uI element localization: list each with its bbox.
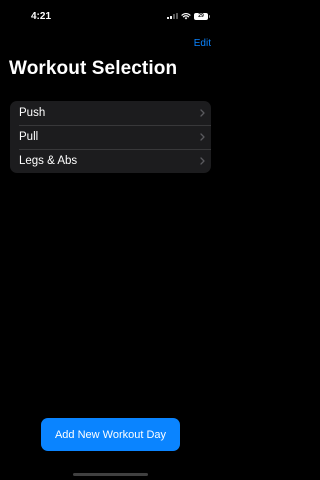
chevron-right-icon [200,133,205,141]
list-item-label: Push [19,107,46,119]
list-item-label: Pull [19,131,39,143]
add-workout-day-button[interactable]: Add New Workout Day [41,418,180,451]
status-icons: 29 [167,12,210,20]
list-item-legs-abs[interactable]: Legs & Abs [10,149,211,173]
list-item-push[interactable]: Push [10,101,211,125]
chevron-right-icon [200,109,205,117]
list-item-label: Legs & Abs [19,155,78,167]
battery-icon: 29 [194,12,210,20]
status-time: 4:21 [31,11,52,22]
wifi-icon [181,12,191,20]
page-title: Workout Selection [9,58,178,79]
chevron-right-icon [200,157,205,165]
home-indicator [73,473,148,476]
cellular-signal-icon [167,12,178,19]
list-item-pull[interactable]: Pull [10,125,211,149]
status-bar: 4:21 29 [0,0,221,36]
workout-list: Push Pull Legs & Abs [10,101,211,173]
edit-button[interactable]: Edit [194,38,211,49]
